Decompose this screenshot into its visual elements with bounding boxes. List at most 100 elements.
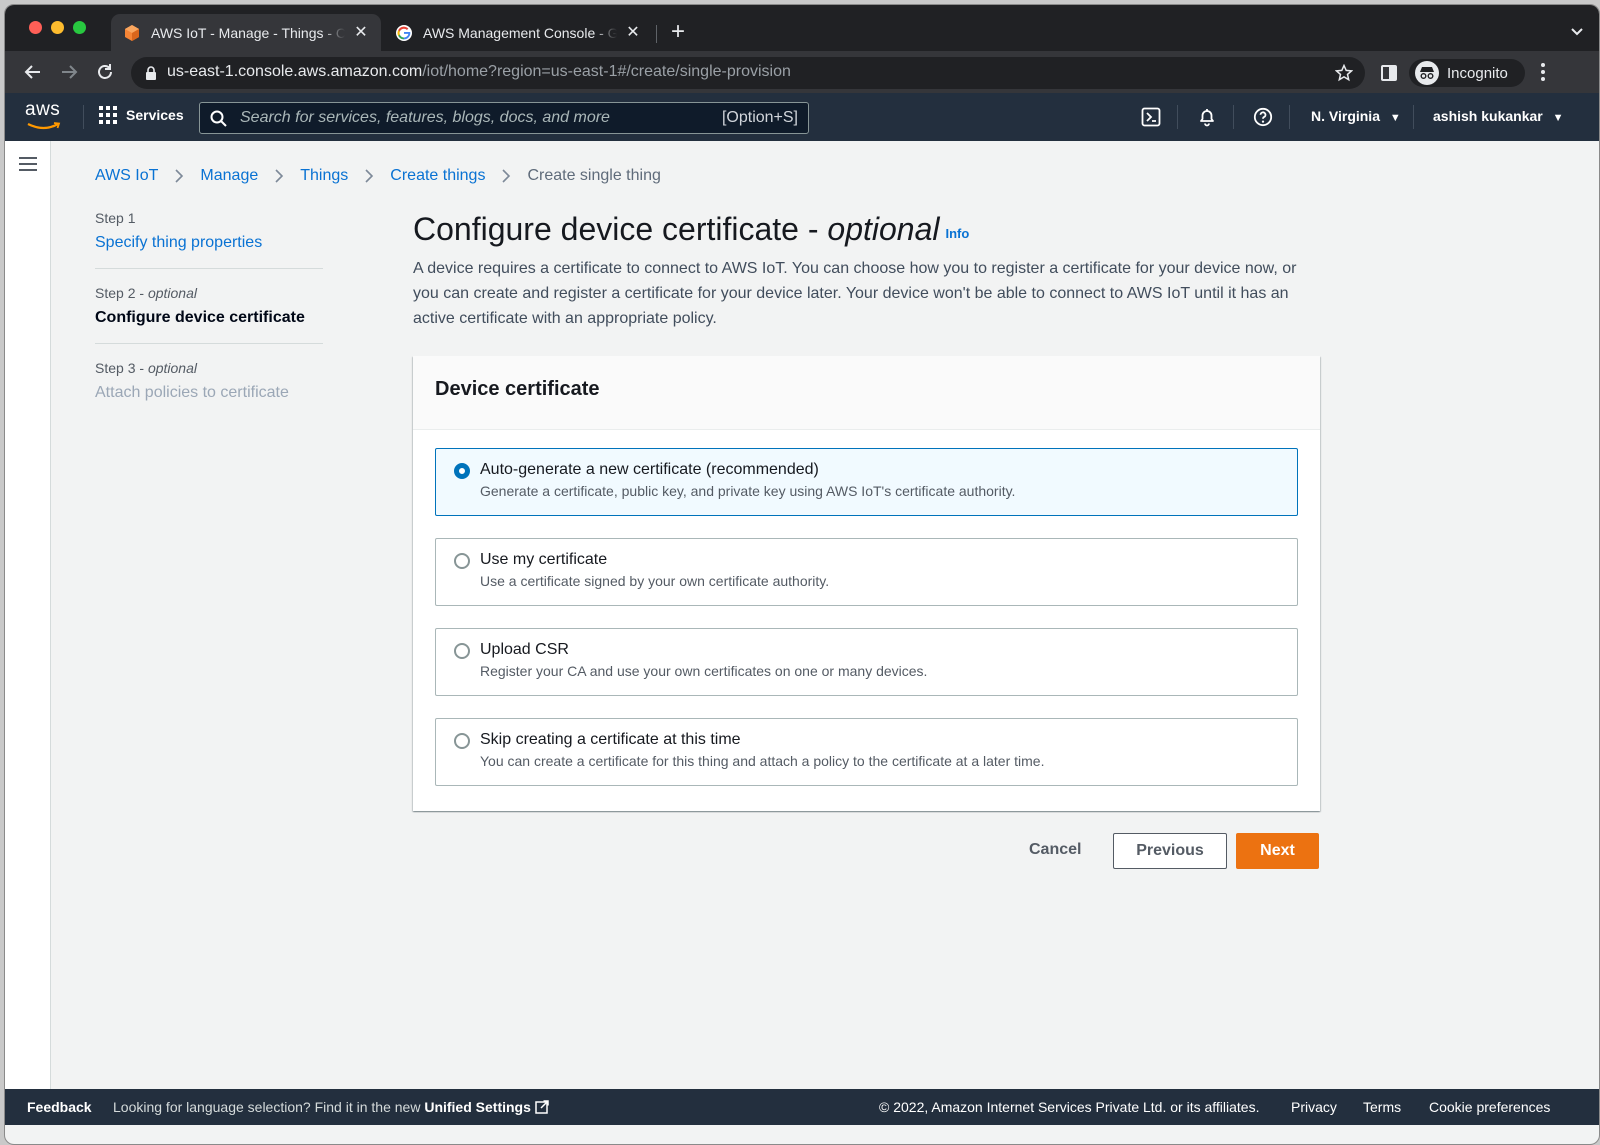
help-icon[interactable] bbox=[1253, 107, 1273, 127]
lock-icon bbox=[146, 66, 156, 80]
account-name: ashish kukankar bbox=[1433, 108, 1543, 124]
nav-divider bbox=[1413, 105, 1414, 129]
tab-title: AWS Management Console - G bbox=[423, 24, 617, 41]
aws-iot-favicon-icon bbox=[125, 24, 139, 41]
next-button[interactable]: Next bbox=[1236, 833, 1319, 869]
radio-button-selected[interactable] bbox=[454, 463, 470, 479]
main-content: Configure device certificate - optional I… bbox=[413, 211, 1323, 331]
breadcrumb-create-things[interactable]: Create things bbox=[390, 167, 485, 185]
aws-top-navigation: aws Services Search for services, featur… bbox=[5, 93, 1599, 141]
radio-button[interactable] bbox=[454, 643, 470, 659]
certificate-radio-group: Auto-generate a new certificate (recomme… bbox=[413, 430, 1320, 786]
device-certificate-container: Device certificate Auto-generate a new c… bbox=[413, 356, 1320, 811]
step-number: Step 2 - optional bbox=[95, 285, 197, 301]
search-placeholder: Search for services, features, blogs, do… bbox=[240, 109, 610, 126]
search-icon bbox=[210, 110, 227, 127]
nav-divider bbox=[1233, 105, 1234, 129]
maximize-window-button[interactable] bbox=[73, 21, 86, 34]
minimize-window-button[interactable] bbox=[51, 21, 64, 34]
wizard-actions: Cancel Previous Next bbox=[5, 833, 1321, 869]
cookie-preferences-link[interactable]: Cookie preferences bbox=[1429, 1099, 1550, 1115]
option-label: Skip creating a certificate at this time bbox=[480, 731, 741, 748]
info-link[interactable]: Info bbox=[946, 226, 970, 241]
step-link-specify-thing-properties[interactable]: Specify thing properties bbox=[95, 234, 323, 252]
option-description: Register your CA and use your own certif… bbox=[480, 663, 928, 679]
address-bar[interactable]: us-east-1.console.aws.amazon.com/iot/hom… bbox=[131, 57, 1365, 89]
breadcrumb-things[interactable]: Things bbox=[300, 167, 348, 185]
url-host: us-east-1.console.aws.amazon.com bbox=[167, 63, 423, 80]
browser-tab-aws-iot[interactable]: AWS IoT - Manage - Things - C ✕ bbox=[111, 14, 381, 51]
option-description: You can create a certificate for this th… bbox=[480, 753, 1045, 769]
wizard-steps: Step 1 Specify thing properties Step 2 -… bbox=[95, 210, 323, 434]
browser-window: AWS IoT - Manage - Things - C ✕ AWS Mana… bbox=[4, 4, 1600, 1145]
tab-close-icon[interactable]: ✕ bbox=[353, 24, 369, 41]
side-panel-icon[interactable] bbox=[1381, 65, 1397, 81]
cancel-button[interactable]: Cancel bbox=[1015, 833, 1095, 869]
tab-strip: AWS IoT - Manage - Things - C ✕ AWS Mana… bbox=[5, 5, 1599, 51]
incognito-label: Incognito bbox=[1447, 64, 1508, 82]
step-number: Step 1 bbox=[95, 210, 136, 226]
browser-tab-aws-console[interactable]: AWS Management Console - G ✕ bbox=[383, 14, 653, 51]
chevron-right-icon bbox=[275, 169, 284, 183]
services-menu-button[interactable]: Services bbox=[99, 106, 184, 124]
panel-header: Device certificate bbox=[413, 356, 1320, 430]
region-selector[interactable]: N. Virginia ▼ bbox=[1311, 108, 1401, 124]
option-description: Generate a certificate, public key, and … bbox=[480, 483, 1016, 499]
option-label: Use my certificate bbox=[480, 551, 608, 568]
reload-icon[interactable] bbox=[93, 60, 117, 84]
tab-close-icon[interactable]: ✕ bbox=[625, 24, 641, 41]
copyright-text: © 2022, Amazon Internet Services Private… bbox=[879, 1099, 1260, 1115]
option-upload-csr[interactable]: Upload CSR Register your CA and use your… bbox=[435, 628, 1298, 696]
close-window-button[interactable] bbox=[29, 21, 42, 34]
chevron-right-icon bbox=[175, 169, 184, 183]
option-auto-generate[interactable]: Auto-generate a new certificate (recomme… bbox=[435, 448, 1298, 516]
radio-button[interactable] bbox=[454, 553, 470, 569]
terms-link[interactable]: Terms bbox=[1363, 1099, 1401, 1115]
tab-separator bbox=[656, 25, 657, 43]
breadcrumb-current: Create single thing bbox=[527, 167, 661, 184]
unified-search-input[interactable]: Search for services, features, blogs, do… bbox=[199, 102, 809, 134]
nav-divider bbox=[1289, 105, 1290, 129]
bookmark-star-icon[interactable] bbox=[1335, 64, 1353, 82]
option-skip-certificate[interactable]: Skip creating a certificate at this time… bbox=[435, 718, 1298, 786]
cloudshell-icon[interactable] bbox=[1141, 107, 1161, 127]
browser-toolbar: us-east-1.console.aws.amazon.com/iot/hom… bbox=[5, 51, 1599, 93]
aws-logo[interactable]: aws bbox=[25, 99, 65, 135]
panel-heading: Device certificate bbox=[435, 378, 600, 400]
notifications-bell-icon[interactable] bbox=[1197, 107, 1217, 127]
tab-title: AWS IoT - Manage - Things - C bbox=[151, 24, 345, 41]
radio-button[interactable] bbox=[454, 733, 470, 749]
console-footer: Feedback Looking for language selection?… bbox=[5, 1089, 1599, 1125]
aws-smile-icon bbox=[27, 122, 61, 130]
url-path: /iot/home?region=us-east-1#/create/singl… bbox=[422, 63, 791, 80]
step-disabled-attach-policies: Attach policies to certificate bbox=[95, 384, 289, 401]
privacy-link[interactable]: Privacy bbox=[1291, 1099, 1337, 1115]
hamburger-menu-icon[interactable] bbox=[19, 157, 37, 171]
wizard-step-1: Step 1 Specify thing properties bbox=[95, 210, 323, 269]
unified-settings-link[interactable]: Unified Settings bbox=[424, 1099, 531, 1115]
step-number: Step 3 - optional bbox=[95, 360, 197, 376]
account-menu[interactable]: ashish kukankar ▼ bbox=[1433, 108, 1564, 124]
step-current-configure-device-certificate: Configure device certificate bbox=[95, 309, 305, 326]
forward-arrow-icon[interactable] bbox=[57, 60, 81, 84]
breadcrumb: AWS IoT Manage Things Create things Crea… bbox=[95, 167, 661, 185]
page-description: A device requires a certificate to conne… bbox=[413, 260, 1297, 327]
nav-divider bbox=[83, 105, 84, 129]
page-title: Configure device certificate - optional I… bbox=[413, 211, 970, 247]
feedback-link[interactable]: Feedback bbox=[27, 1099, 92, 1115]
new-tab-icon[interactable]: + bbox=[665, 19, 691, 45]
option-label: Auto-generate a new certificate (recomme… bbox=[480, 461, 819, 478]
option-description: Use a certificate signed by your own cer… bbox=[480, 573, 830, 589]
services-label: Services bbox=[126, 107, 184, 123]
browser-menu-icon[interactable] bbox=[1541, 63, 1545, 81]
breadcrumb-aws-iot[interactable]: AWS IoT bbox=[95, 167, 158, 185]
option-label: Upload CSR bbox=[480, 641, 569, 658]
tab-search-chevron-icon[interactable] bbox=[1569, 23, 1585, 39]
previous-button[interactable]: Previous bbox=[1113, 833, 1227, 869]
incognito-profile-button[interactable]: Incognito bbox=[1409, 59, 1525, 87]
breadcrumb-manage[interactable]: Manage bbox=[200, 167, 258, 185]
url-text: us-east-1.console.aws.amazon.com/iot/hom… bbox=[167, 63, 791, 81]
option-use-my-certificate[interactable]: Use my certificate Use a certificate sig… bbox=[435, 538, 1298, 606]
back-arrow-icon[interactable] bbox=[21, 60, 45, 84]
caret-down-icon: ▼ bbox=[1552, 112, 1564, 124]
